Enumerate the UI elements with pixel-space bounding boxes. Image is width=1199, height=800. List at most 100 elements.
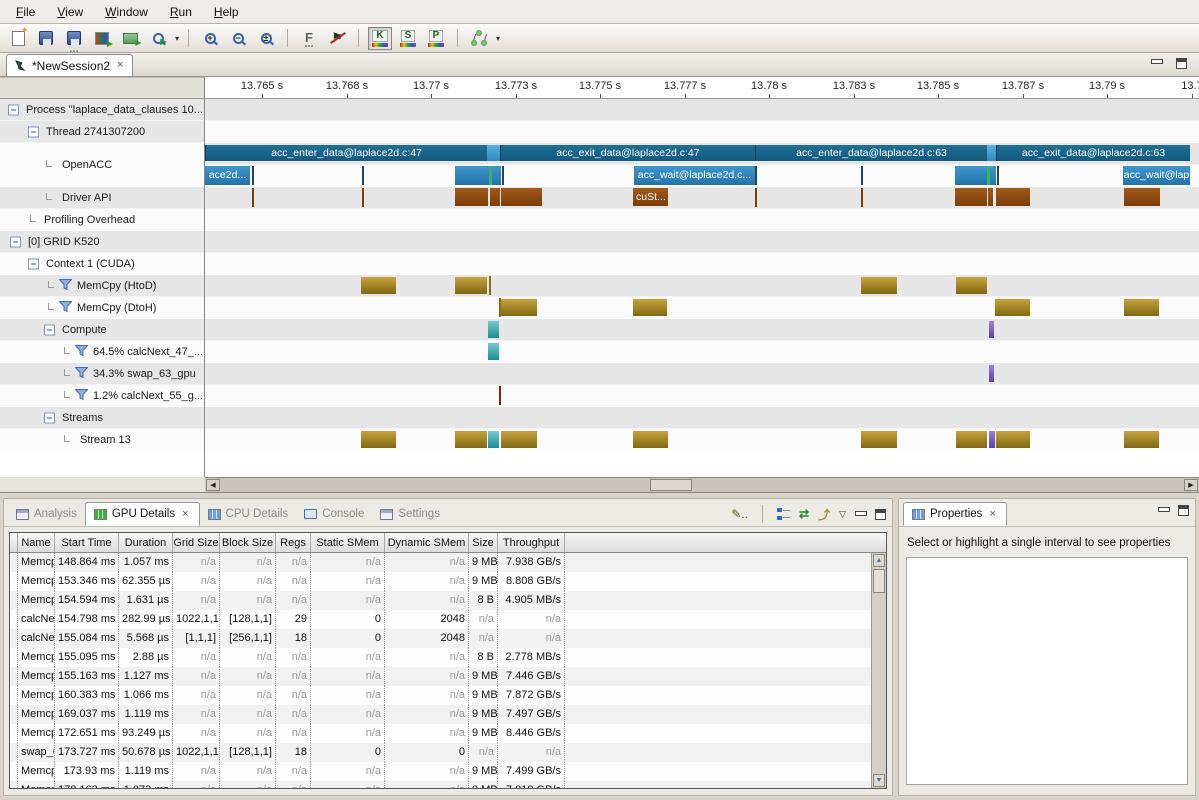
scroll-right-icon[interactable]: ▶: [1184, 479, 1198, 491]
timeline-interval[interactable]: [995, 299, 1030, 316]
tree-row[interactable]: Thread 2741307200: [0, 121, 204, 143]
timeline-interval[interactable]: acc_wait@laplace2d.c...: [634, 166, 755, 185]
export-icon[interactable]: ⤴: [818, 506, 830, 523]
timeline-interval[interactable]: [633, 299, 667, 316]
rename-icon[interactable]: [118, 27, 142, 49]
timeline-interval[interactable]: [501, 188, 542, 206]
save-all-icon[interactable]: [62, 27, 86, 49]
column-header-static-smem[interactable]: Static SMem: [311, 533, 385, 552]
timeline-interval[interactable]: [501, 299, 537, 316]
table-row[interactable]: Memcp160.383 ms1.066 msn/an/an/an/an/a9 …: [10, 686, 871, 705]
zoom-region-icon[interactable]: [146, 27, 170, 49]
timeline-interval[interactable]: [487, 145, 500, 161]
timeline-interval[interactable]: [990, 166, 996, 185]
timeline-interval[interactable]: [501, 431, 537, 448]
minimize-icon[interactable]: [855, 510, 866, 519]
filter-funnel-icon[interactable]: [75, 345, 88, 359]
timeline-instant-mark[interactable]: [755, 188, 757, 207]
timeline-instant-mark[interactable]: [252, 188, 254, 207]
filter-funnel-icon[interactable]: [75, 367, 88, 381]
timeline-interval[interactable]: [996, 188, 1030, 206]
timeline-interval[interactable]: [488, 343, 499, 360]
timeline-interval[interactable]: acc_exit_data@laplace2d.c:63: [996, 145, 1190, 161]
tab-console[interactable]: Console: [296, 502, 372, 526]
tree-row[interactable]: Compute: [0, 319, 204, 341]
tree-row[interactable]: Streams: [0, 407, 204, 429]
timeline-interval[interactable]: [955, 188, 987, 206]
table-row[interactable]: Memcp155.095 ms2.88 µsn/an/an/an/an/a8 B…: [10, 648, 871, 667]
column-header-name[interactable]: Name: [18, 533, 55, 552]
column-header-grid-size[interactable]: Grid Size: [173, 533, 220, 552]
timeline-instant-mark[interactable]: [499, 386, 501, 405]
scrollbar-thumb[interactable]: [873, 569, 885, 593]
table-row[interactable]: Memcp153.346 ms62.355 µsn/an/an/an/an/a9…: [10, 572, 871, 591]
add-marker-icon[interactable]: F: [297, 27, 321, 49]
table-row[interactable]: Memcp148.864 ms1.057 msn/an/an/an/an/a9 …: [10, 553, 871, 572]
tab-properties[interactable]: Properties ×: [903, 502, 1007, 526]
timeline-interval[interactable]: [492, 166, 501, 185]
tree-row[interactable]: Process "laplace_data_clauses 10...: [0, 99, 204, 121]
new-session-icon[interactable]: [6, 27, 30, 49]
menu-file[interactable]: File: [6, 2, 45, 22]
filter-funnel-icon[interactable]: [75, 389, 88, 403]
collapse-minus-icon[interactable]: [44, 412, 55, 423]
timeline-interval[interactable]: [956, 431, 987, 448]
zoom-fit-icon[interactable]: ±: [254, 27, 278, 49]
timeline-interval[interactable]: [361, 431, 396, 448]
timeline-instant-mark[interactable]: [489, 276, 491, 295]
process-coloring-button[interactable]: P: [424, 27, 448, 50]
collapse-minus-icon[interactable]: [10, 236, 21, 247]
timeline-interval[interactable]: [1124, 188, 1160, 206]
column-header-size[interactable]: Size: [469, 533, 498, 552]
timeline-interval[interactable]: acc_enter_data@laplace2d.c:63: [755, 145, 987, 161]
table-row[interactable]: Memcp172.651 ms93.249 µsn/an/an/an/an/a9…: [10, 724, 871, 743]
menu-view[interactable]: View: [47, 2, 93, 22]
edit-icon[interactable]: ✎..: [731, 507, 748, 521]
collapse-minus-icon[interactable]: [44, 324, 55, 335]
timeline-interval[interactable]: [455, 431, 487, 448]
sync-arrows-icon[interactable]: ⇄: [799, 507, 809, 521]
timeline-interval[interactable]: [989, 431, 995, 448]
close-icon[interactable]: ×: [987, 508, 997, 521]
column-header-duration[interactable]: Duration: [119, 533, 173, 552]
column-header-throughput[interactable]: Throughput: [498, 533, 565, 552]
view-menu-icon[interactable]: ▽: [839, 509, 846, 520]
timeline-instant-mark[interactable]: [861, 188, 863, 207]
tree-row[interactable]: MemCpy (HtoD): [0, 275, 204, 297]
table-row[interactable]: Memcp173.93 ms1.119 msn/an/an/an/an/a9 M…: [10, 762, 871, 781]
tree-row[interactable]: Stream 13: [0, 429, 204, 451]
table-row[interactable]: Memcp178.163 ms1.073 msn/an/an/an/an/a9 …: [10, 781, 871, 788]
timeline-interval[interactable]: acc_wait@lap: [1123, 166, 1190, 185]
maximize-icon[interactable]: [1178, 505, 1189, 516]
timeline-instant-mark[interactable]: [997, 166, 999, 185]
timeline-interval[interactable]: [861, 277, 897, 294]
timeline-interval[interactable]: [1124, 431, 1159, 448]
column-header-block-size[interactable]: Block Size: [220, 533, 276, 552]
timeline-interval[interactable]: [988, 188, 993, 206]
scrollbar-thumb[interactable]: [650, 479, 692, 491]
tree-row[interactable]: Profiling Overhead: [0, 209, 204, 231]
timeline-interval[interactable]: [956, 277, 987, 294]
remove-marker-icon[interactable]: ⚑: [325, 27, 349, 49]
table-vscrollbar[interactable]: ▲ ▼: [871, 553, 886, 788]
timeline-instant-mark[interactable]: [499, 298, 501, 317]
scroll-left-icon[interactable]: ◀: [206, 479, 220, 491]
timeline-interval[interactable]: [861, 431, 897, 448]
analysis-dropdown-icon[interactable]: ▾: [496, 34, 500, 43]
table-row[interactable]: Memcp155.163 ms1.127 msn/an/an/an/an/a9 …: [10, 667, 871, 686]
timeline-instant-mark[interactable]: [362, 166, 364, 185]
timeline-interval[interactable]: [989, 321, 994, 338]
kernel-coloring-button[interactable]: K: [368, 27, 392, 50]
collapse-minus-icon[interactable]: [28, 126, 39, 137]
scroll-up-icon[interactable]: ▲: [873, 554, 885, 567]
menu-window[interactable]: Window: [95, 2, 158, 22]
filter-funnel-icon[interactable]: [59, 301, 72, 315]
menu-run[interactable]: Run: [160, 2, 202, 22]
table-row[interactable]: calcNe155.084 ms5.568 µs[1,1,1][256,1,1]…: [10, 629, 871, 648]
column-header-regs[interactable]: Regs: [276, 533, 311, 552]
save-icon[interactable]: [34, 27, 58, 49]
tree-row[interactable]: 64.5% calcNext_47_...: [0, 341, 204, 363]
tab-settings[interactable]: Settings: [372, 502, 448, 526]
timeline-interval[interactable]: [488, 321, 499, 338]
analysis-icon[interactable]: [467, 27, 491, 49]
